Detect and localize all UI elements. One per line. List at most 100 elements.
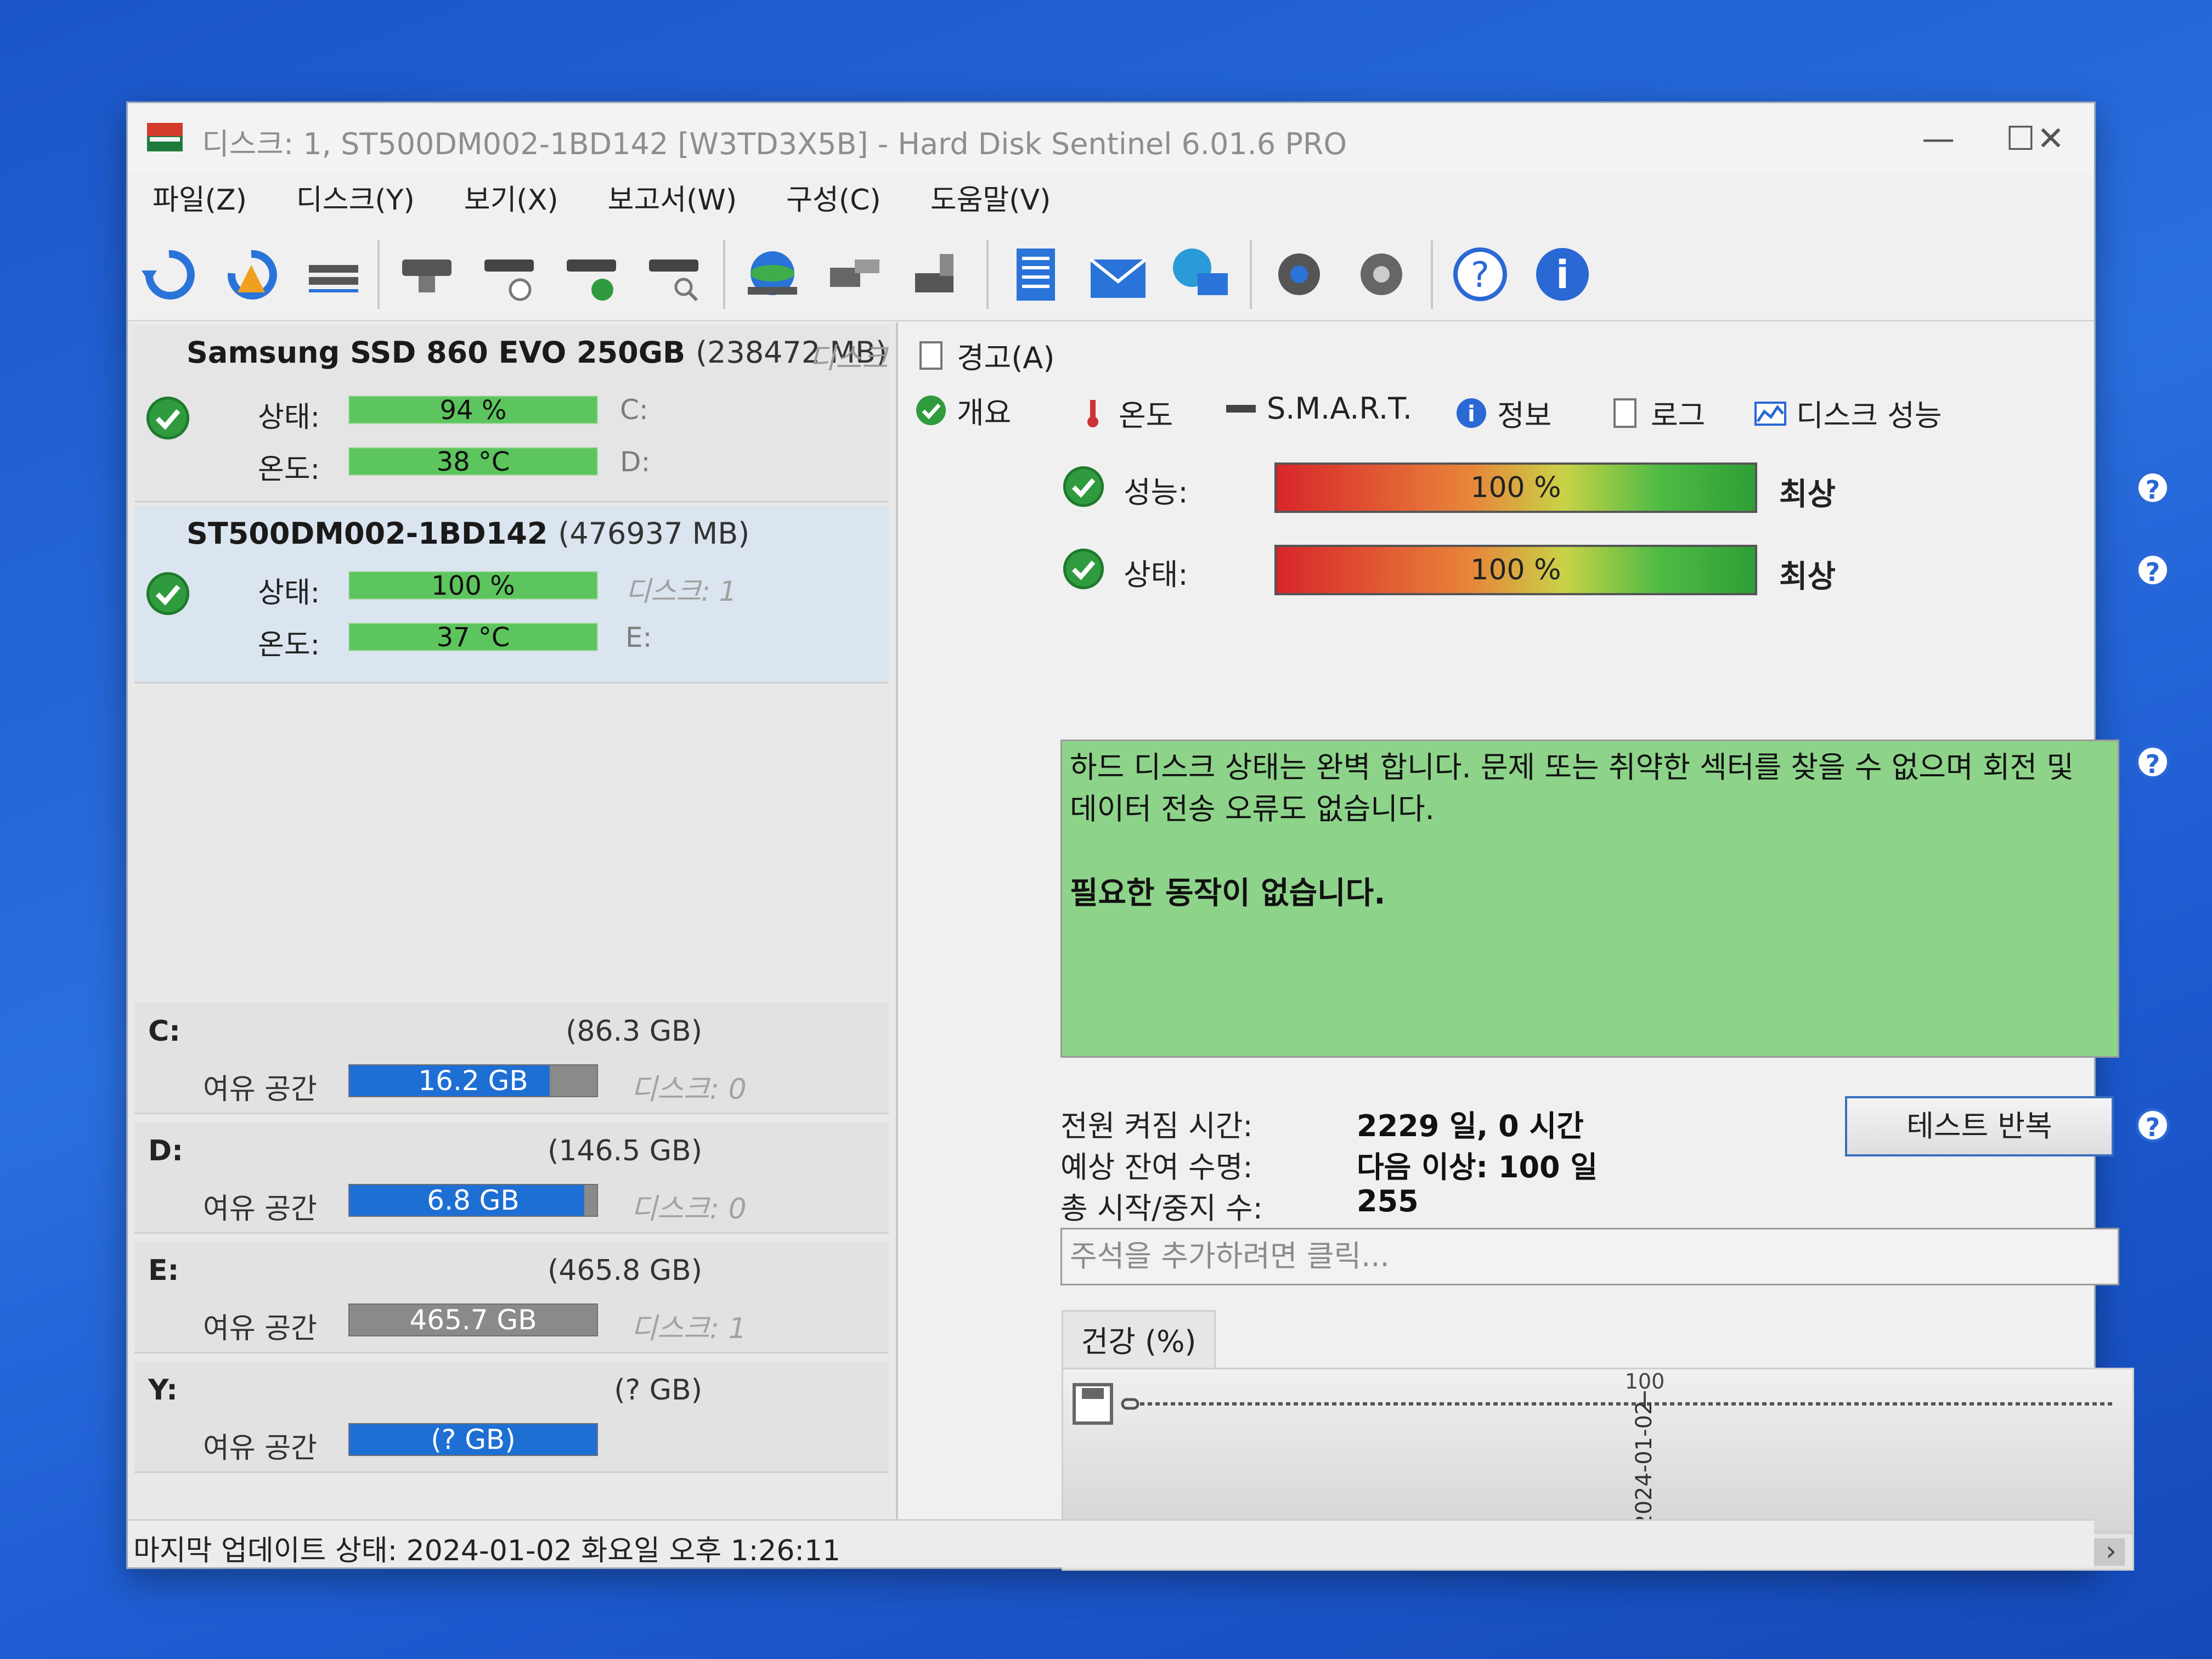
start-stop-label: 총 시작/중지 수: xyxy=(1060,1191,1263,1226)
disk-card-samsung[interactable]: Samsung SSD 860 EVO 250GB (238472 MB) 디스… xyxy=(134,325,889,503)
menu-disk[interactable]: 디스크(Y) xyxy=(272,177,439,224)
health-graph: 100 2024-01-02 xyxy=(1062,1368,2134,1532)
title-bar[interactable]: 디스크: 1, ST500DM002-1BD142 [W3TD3X5B] - H… xyxy=(128,103,2094,174)
tab-overview[interactable]: 개요 xyxy=(915,388,1011,432)
partition-c[interactable]: C: (86.3 GB) 여유 공간 16.2 GB 디스크: 0 xyxy=(134,1003,889,1114)
lifetime-label: 예상 잔여 수명: xyxy=(1060,1150,1253,1184)
partition-size: (146.5 GB) xyxy=(548,1135,702,1167)
tab-log[interactable]: 로그 xyxy=(1609,391,1705,435)
status-message-box: 하드 디스크 상태는 완벽 합니다. 문제 또는 취약한 섹터를 찾을 수 없으… xyxy=(1060,740,2119,1058)
health-graph-tab[interactable]: 건강 (%) xyxy=(1062,1310,1216,1372)
menu-view[interactable]: 보기(X) xyxy=(439,177,583,224)
free-space-bar: 6.8 GB xyxy=(348,1184,598,1217)
test-help-icon[interactable]: ? xyxy=(2136,1108,2170,1142)
disk-ref: 디스크 xyxy=(809,342,888,375)
status-bar: 마지막 업데이트 상태: 2024-01-02 화요일 오후 1:26:11 xyxy=(128,1519,2094,1567)
info-icon[interactable]: i xyxy=(1530,243,1595,306)
disk-icon[interactable] xyxy=(394,243,460,306)
toolbar-separator xyxy=(377,240,380,309)
drive-export-icon[interactable] xyxy=(904,243,970,306)
status-message: 하드 디스크 상태는 완벽 합니다. 문제 또는 취약한 섹터를 찾을 수 없으… xyxy=(1070,750,2074,826)
refresh-warning-icon[interactable] xyxy=(218,243,284,306)
partition-disk-ref: 디스크: 0 xyxy=(631,1193,747,1226)
partition-letter: E: xyxy=(148,1254,179,1287)
message-help-icon[interactable]: ? xyxy=(2136,745,2170,779)
status-ok-icon xyxy=(146,572,189,615)
toolbar: ? i xyxy=(128,227,2094,321)
minimize-button[interactable]: — xyxy=(1905,114,1971,163)
status-bar: 100 % xyxy=(348,571,598,600)
toolbar-separator xyxy=(1250,240,1252,309)
power-on-value: 2229 일, 0 시간 xyxy=(1357,1109,1584,1143)
tab-smart[interactable]: S.M.A.R.T. xyxy=(1225,391,1412,426)
temperature-label: 온도: xyxy=(258,453,320,486)
last-update-text: 마지막 업데이트 상태: 2024-01-02 화요일 오후 1:26:11 xyxy=(133,1534,841,1567)
menu-file[interactable]: 파일(Z) xyxy=(128,177,272,224)
status-bar: 94 % xyxy=(348,396,598,424)
globe-computer-icon[interactable] xyxy=(1167,243,1233,306)
disk-name: ST500DM002-1BD142 (476937 MB) xyxy=(187,516,750,551)
app-logo-icon xyxy=(147,123,183,151)
globe-disk-icon[interactable] xyxy=(740,243,805,306)
repeat-test-button[interactable]: 테스트 반복 xyxy=(1845,1096,2114,1156)
svg-text:?: ? xyxy=(1471,255,1489,296)
partition-size: (86.3 GB) xyxy=(566,1015,702,1048)
menu-config[interactable]: 구성(C) xyxy=(761,177,906,224)
menu-report[interactable]: 보고서(W) xyxy=(583,177,762,224)
status-label: 상태: xyxy=(258,401,320,434)
close-button[interactable]: ✕ xyxy=(2018,114,2084,163)
partition-d[interactable]: D: (146.5 GB) 여유 공간 6.8 GB 디스크: 0 xyxy=(134,1122,889,1234)
tab-info[interactable]: i 정보 xyxy=(1455,391,1551,435)
disk-list-icon[interactable] xyxy=(301,243,366,306)
report-icon[interactable] xyxy=(1003,243,1069,306)
health-point-label: 100 xyxy=(1625,1369,1665,1393)
help-icon[interactable]: ? xyxy=(1447,243,1513,306)
toolbar-separator xyxy=(723,240,725,309)
tab-disk-performance[interactable]: 디스크 성능 xyxy=(1754,391,1942,435)
menu-help[interactable]: 도움말(V) xyxy=(906,177,1076,224)
mail-icon[interactable] xyxy=(1085,243,1151,306)
scroll-right-icon[interactable]: › xyxy=(2106,1535,2117,1567)
health-rank: 최상 xyxy=(1779,559,1836,595)
refresh-icon[interactable] xyxy=(136,243,202,306)
tab-temperature[interactable]: 온도 xyxy=(1077,391,1173,435)
free-space-bar: (? GB) xyxy=(348,1423,598,1456)
performance-help-icon[interactable]: ? xyxy=(2136,471,2170,505)
partition-y[interactable]: Y: (? GB) 여유 공간 (? GB) xyxy=(134,1362,889,1473)
disk-check-icon[interactable] xyxy=(558,243,624,306)
network-icon[interactable] xyxy=(822,243,888,306)
thermometer-icon xyxy=(1087,399,1098,427)
tab-alert[interactable]: 경고(A) xyxy=(915,334,1054,377)
performance-bar: 100 % xyxy=(1274,462,1757,513)
disk-search-icon[interactable] xyxy=(641,243,707,306)
overview-panel: 경고(A) 개요 온도 S.M.A.R.T. i 정보 로그 디스크 성능 성능… xyxy=(907,323,2170,1571)
svg-text:i: i xyxy=(1556,252,1569,297)
toolbar-separator xyxy=(986,240,989,309)
comment-input[interactable]: 주석을 추가하려면 클릭... xyxy=(1060,1228,2119,1285)
check-icon xyxy=(916,395,946,425)
start-stop-value: 255 xyxy=(1357,1184,1419,1218)
disk-timer-icon[interactable] xyxy=(476,243,542,306)
partition-e[interactable]: E: (465.8 GB) 여유 공간 465.7 GB 디스크: 1 xyxy=(134,1242,889,1353)
partition-size: (? GB) xyxy=(614,1374,702,1407)
log-icon xyxy=(1613,398,1637,428)
health-help-icon[interactable]: ? xyxy=(2136,553,2170,587)
power-on-label: 전원 켜짐 시간: xyxy=(1060,1109,1253,1143)
partition-disk-ref: 디스크: 1 xyxy=(631,1312,747,1345)
free-space-label: 여유 공간 xyxy=(203,1312,317,1345)
settings-gear-icon[interactable] xyxy=(1266,243,1332,306)
free-space-label: 여유 공간 xyxy=(203,1193,317,1226)
disk-ref: 디스크: 1 xyxy=(625,575,737,607)
temperature-bar: 38 °C xyxy=(348,447,598,476)
partition-size: (465.8 GB) xyxy=(548,1254,702,1287)
performance-label: 성능: xyxy=(1124,475,1188,510)
free-space-label: 여유 공간 xyxy=(203,1432,317,1465)
partition-letter: Y: xyxy=(148,1374,178,1407)
status-ok-icon xyxy=(146,397,189,439)
window-title: 디스크: 1, ST500DM002-1BD142 [W3TD3X5B] - H… xyxy=(202,127,1347,161)
disk-icon xyxy=(1226,404,1256,413)
disk-card-st500[interactable]: ST500DM002-1BD142 (476937 MB) 상태: 100 % … xyxy=(134,506,889,684)
sound-icon[interactable] xyxy=(1348,243,1414,306)
chart-icon xyxy=(1754,401,1786,426)
status-label: 상태: xyxy=(258,577,320,610)
